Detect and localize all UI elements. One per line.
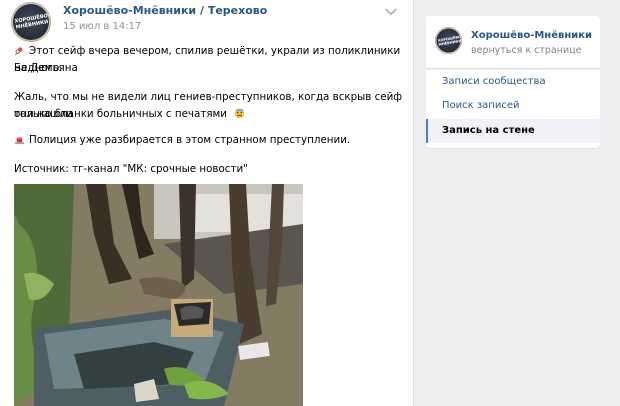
post-photo[interactable] (14, 184, 303, 406)
post-date-link[interactable]: 15 июл в 14:17 (63, 21, 141, 32)
post-text-paragraph-3: Полиция уже разбирается в этом странном … (14, 132, 406, 149)
sidebar-item-wall-post[interactable]: Запись на стене (426, 119, 600, 143)
worried-face-emoji-icon (234, 108, 245, 119)
avatar-logo-text: ХОРОШЁВО-МНЁВНИКИ (14, 12, 51, 31)
sidebar-community-title[interactable]: Хорошёво-Мнёвники / Т... (471, 30, 595, 41)
post-text-line: Бедного. (14, 62, 63, 74)
syringe-emoji-icon (14, 47, 23, 56)
post-text-line: Полиция уже разбирается в этом странном … (29, 134, 351, 146)
chevron-down-icon[interactable] (385, 8, 397, 16)
police-light-emoji-icon (14, 136, 25, 145)
sidebar-menu: Записи сообщества Поиск записей Запись н… (426, 70, 600, 148)
back-to-page-link[interactable]: вернуться к странице (471, 45, 581, 56)
sidebar-item-search-posts[interactable]: Поиск записей (426, 94, 600, 118)
post-text-line-2: только бланки больничных с печатями (14, 106, 406, 123)
avatar-logo-text: ХОРОШЁВО-МНЁВНИКИ (436, 34, 462, 47)
wall-post: ХОРОШЁВО-МНЁВНИКИ Хорошёво-Мнёвники / Те… (0, 0, 414, 406)
post-author-link[interactable]: Хорошёво-Мнёвники / Терехово (63, 4, 267, 17)
community-avatar[interactable]: ХОРОШЁВО-МНЁВНИКИ (11, 2, 51, 42)
sidebar-community-avatar[interactable]: ХОРОШЁВО-МНЁВНИКИ (435, 27, 462, 54)
post-source-text: Источник: тг-канал "МК: срочные новости" (14, 163, 248, 175)
post-text-line: только бланки больничных с печатями (14, 108, 227, 120)
sidebar-community-card: ХОРОШЁВО-МНЁВНИКИ Хорошёво-Мнёвники / Т.… (426, 16, 600, 68)
sidebar-item-community-posts[interactable]: Записи сообщества (426, 70, 600, 94)
